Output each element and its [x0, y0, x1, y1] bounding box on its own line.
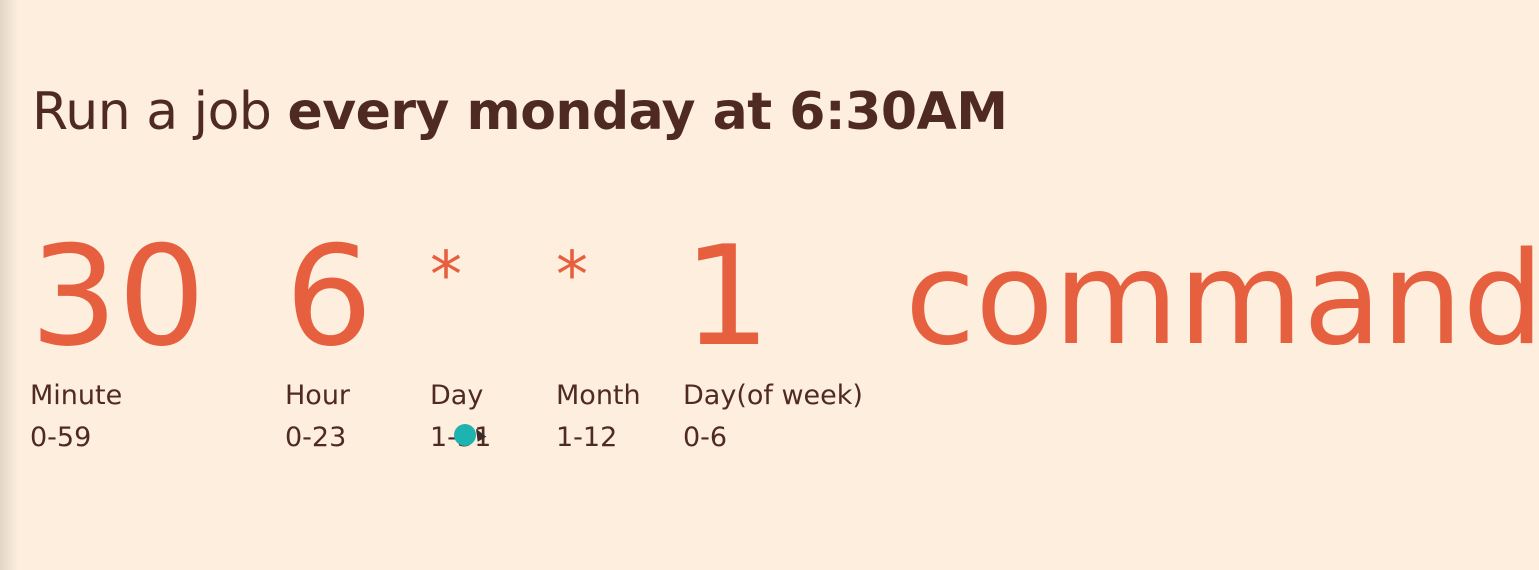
cron-field-day-of-week: 1 Day(of week) 0-6 — [683, 216, 863, 454]
month-value: * — [556, 239, 588, 313]
day-of-week-label: Day(of week) — [683, 380, 863, 411]
cron-command: command — [905, 225, 1539, 374]
cron-field-minute: 30 Minute 0-59 — [30, 216, 206, 454]
cron-field-hour: 6 Hour 0-23 — [285, 216, 373, 454]
left-edge-shadow — [0, 0, 18, 570]
month-label: Month — [556, 380, 641, 411]
cron-field-month: * Month 1-12 — [556, 228, 641, 453]
day-of-week-value: 1 — [683, 216, 771, 377]
day-of-week-range: 0-6 — [683, 422, 728, 453]
day-value: * — [430, 239, 462, 313]
heading-prefix: Run a job — [32, 82, 288, 142]
slide-heading: Run a job every monday at 6:30AM — [32, 82, 1008, 142]
hour-range: 0-23 — [285, 422, 347, 453]
heading-emphasis: every monday at 6:30AM — [287, 82, 1008, 142]
minute-value: 30 — [30, 216, 206, 377]
hour-value: 6 — [285, 216, 373, 377]
day-label: Day — [430, 380, 484, 411]
mouse-cursor-icon — [454, 424, 476, 446]
hour-label: Hour — [285, 380, 351, 411]
minute-range: 0-59 — [30, 422, 92, 453]
minute-label: Minute — [30, 380, 123, 411]
cron-field-day: * Day 1-31 — [430, 228, 491, 453]
month-range: 1-12 — [556, 422, 618, 453]
